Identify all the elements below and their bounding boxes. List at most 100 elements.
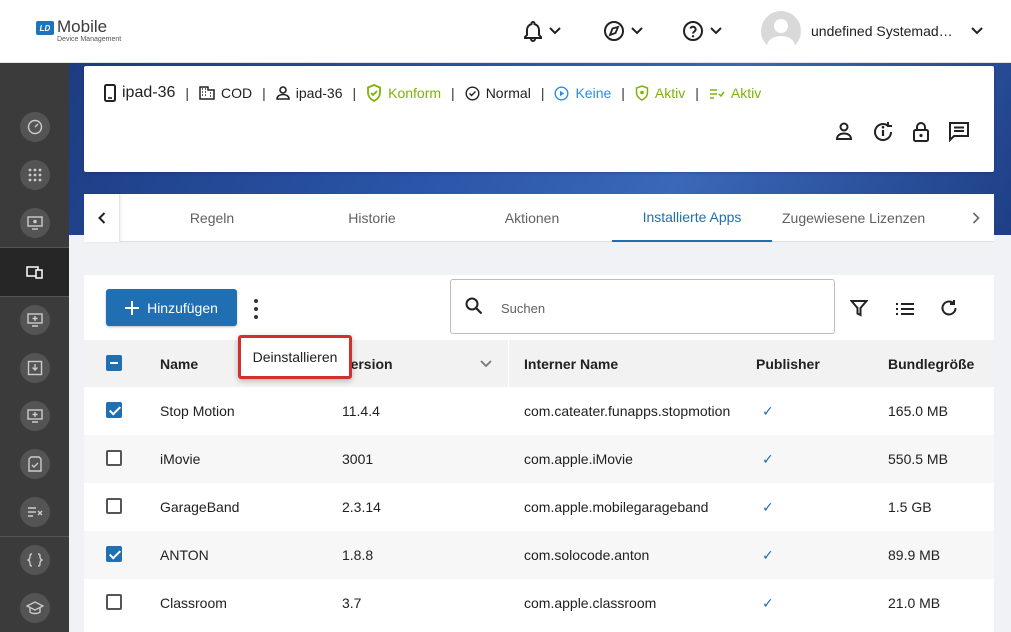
download-box-icon bbox=[27, 360, 42, 376]
help-icon bbox=[683, 21, 703, 41]
list-view-icon[interactable] bbox=[895, 302, 915, 316]
table-row[interactable]: ANTON 1.8.8 com.solocode.anton ✓ 89.9 MB bbox=[84, 531, 994, 579]
sidebar-item-monitor-settings[interactable] bbox=[0, 199, 69, 247]
app-name: Stop Motion bbox=[160, 403, 235, 419]
bell-icon bbox=[524, 20, 542, 42]
add-button[interactable]: Hinzufügen bbox=[106, 289, 237, 326]
sidebar-item-policies[interactable] bbox=[0, 488, 69, 536]
user-menu[interactable]: undefined Systemadmini bbox=[761, 11, 983, 51]
app-internal-name: com.cateater.funapps.stopmotion bbox=[524, 402, 731, 419]
row-checkbox[interactable] bbox=[106, 594, 122, 610]
publisher-check-icon: ✓ bbox=[762, 450, 774, 467]
play-circle-icon bbox=[554, 85, 569, 101]
column-header-internal-name[interactable]: Interner Name bbox=[524, 340, 618, 387]
app-bundle-size: 165.0 MB bbox=[888, 403, 948, 419]
app-version: 3.7 bbox=[342, 595, 362, 611]
row-checkbox[interactable] bbox=[106, 498, 122, 514]
tab-history[interactable]: Historie bbox=[292, 194, 452, 242]
tab-assigned-licenses[interactable]: Zugewiesene Lizenzen bbox=[782, 194, 952, 242]
compass-icon bbox=[604, 21, 624, 41]
tab-installed-apps[interactable]: Installierte Apps bbox=[612, 194, 772, 242]
app-name: GarageBand bbox=[160, 499, 240, 515]
table-row[interactable]: Stop Motion 11.4.4 com.cateater.funapps.… bbox=[84, 387, 994, 435]
menu-item-uninstall[interactable]: Deinstallieren bbox=[238, 335, 352, 379]
device-location: COD bbox=[199, 85, 252, 101]
message-icon[interactable] bbox=[948, 121, 970, 143]
lock-icon[interactable] bbox=[912, 121, 930, 143]
app-internal-name: com.apple.classroom bbox=[524, 595, 657, 611]
more-vert-icon bbox=[254, 299, 258, 303]
sidebar-item-add-device[interactable] bbox=[0, 296, 69, 344]
sidebar-item-compliance[interactable] bbox=[0, 440, 69, 488]
sidebar bbox=[0, 63, 69, 632]
logo-title: Mobile bbox=[57, 17, 108, 36]
sidebar-item-screen-plus[interactable] bbox=[0, 392, 69, 440]
row-checkbox[interactable] bbox=[106, 450, 122, 466]
chevron-down-icon bbox=[710, 27, 722, 35]
app-internal-name: com.apple.mobilegarageband bbox=[524, 499, 709, 515]
policy-status: Aktiv bbox=[709, 85, 761, 101]
compass-button[interactable] bbox=[603, 20, 643, 42]
tab-bar: Regeln Historie Aktionen Installierte Ap… bbox=[84, 194, 994, 242]
sidebar-item-scripts[interactable] bbox=[0, 536, 69, 584]
user-name: undefined Systemadmini bbox=[811, 23, 963, 39]
list-check-icon bbox=[709, 89, 725, 99]
row-checkbox[interactable] bbox=[106, 546, 122, 562]
tab-actions[interactable]: Aktionen bbox=[452, 194, 612, 242]
notifications-button[interactable] bbox=[523, 20, 561, 42]
tablet-icon bbox=[104, 84, 116, 102]
more-options-button[interactable] bbox=[248, 297, 264, 321]
action-status: Keine bbox=[554, 85, 611, 101]
tab-scroll-left[interactable] bbox=[84, 194, 120, 242]
select-all-checkbox[interactable] bbox=[106, 355, 122, 371]
refresh-icon[interactable] bbox=[940, 299, 958, 317]
device-user: ipad-36 bbox=[275, 85, 342, 101]
chevron-right-icon bbox=[972, 212, 980, 224]
filter-icon[interactable] bbox=[850, 299, 868, 317]
app-bundle-size: 550.5 MB bbox=[888, 451, 948, 467]
sidebar-item-devices[interactable] bbox=[0, 248, 69, 296]
publisher-check-icon: ✓ bbox=[762, 402, 774, 419]
app-version: 2.3.14 bbox=[342, 499, 381, 515]
sidebar-item-dashboard[interactable] bbox=[0, 103, 69, 151]
column-header-bundle-size[interactable]: Bundlegröße bbox=[888, 340, 974, 387]
logo-badge: LD bbox=[36, 21, 54, 35]
compliance-status: Konform bbox=[366, 84, 441, 102]
column-header-name[interactable]: Name bbox=[160, 340, 198, 387]
top-bar: LD Mobile Device Management undefined Sy… bbox=[0, 0, 1011, 63]
sidebar-item-education[interactable] bbox=[0, 584, 69, 632]
search-icon bbox=[465, 297, 483, 315]
publisher-check-icon: ✓ bbox=[762, 546, 774, 563]
info-sync-icon[interactable] bbox=[872, 121, 894, 143]
avatar bbox=[761, 11, 801, 51]
column-header-publisher[interactable]: Publisher bbox=[756, 340, 820, 387]
tab-rules[interactable]: Regeln bbox=[132, 194, 292, 242]
sidebar-item-apps-grid[interactable] bbox=[0, 151, 69, 199]
search-box bbox=[450, 279, 835, 334]
chevron-down-icon bbox=[631, 27, 643, 35]
app-name: Classroom bbox=[160, 595, 227, 611]
device-name: ipad-36 bbox=[104, 84, 175, 102]
app-bundle-size: 21.0 MB bbox=[888, 595, 941, 611]
sort-chevron-icon[interactable] bbox=[480, 360, 492, 368]
app-internal-name: com.solocode.anton bbox=[524, 547, 650, 563]
table-row[interactable]: GarageBand 2.3.14 com.apple.mobilegarage… bbox=[84, 483, 994, 531]
publisher-check-icon: ✓ bbox=[762, 594, 774, 611]
tab-scroll-right[interactable] bbox=[958, 194, 994, 242]
chevron-left-icon bbox=[97, 212, 105, 224]
row-checkbox[interactable] bbox=[106, 402, 122, 418]
table-row[interactable]: Classroom 3.7 com.apple.classroom ✓ 21.0… bbox=[84, 579, 994, 627]
search-input[interactable] bbox=[501, 298, 821, 318]
logo-subtitle: Device Management bbox=[57, 36, 122, 43]
shield-check-icon bbox=[367, 84, 382, 102]
sidebar-item-install[interactable] bbox=[0, 344, 69, 392]
checklist-icon bbox=[27, 456, 42, 472]
app-logo[interactable]: LD Mobile Device Management bbox=[36, 18, 121, 43]
user-icon[interactable] bbox=[834, 121, 854, 141]
app-internal-name: com.apple.iMovie bbox=[524, 451, 633, 467]
installed-apps-panel: Hinzufügen Name Version Interner Name Pu… bbox=[84, 275, 994, 632]
devices-icon bbox=[25, 266, 43, 279]
help-button[interactable] bbox=[682, 20, 722, 42]
table-row[interactable]: iMovie 3001 com.apple.iMovie ✓ 550.5 MB bbox=[84, 435, 994, 483]
chevron-down-icon bbox=[971, 27, 983, 35]
